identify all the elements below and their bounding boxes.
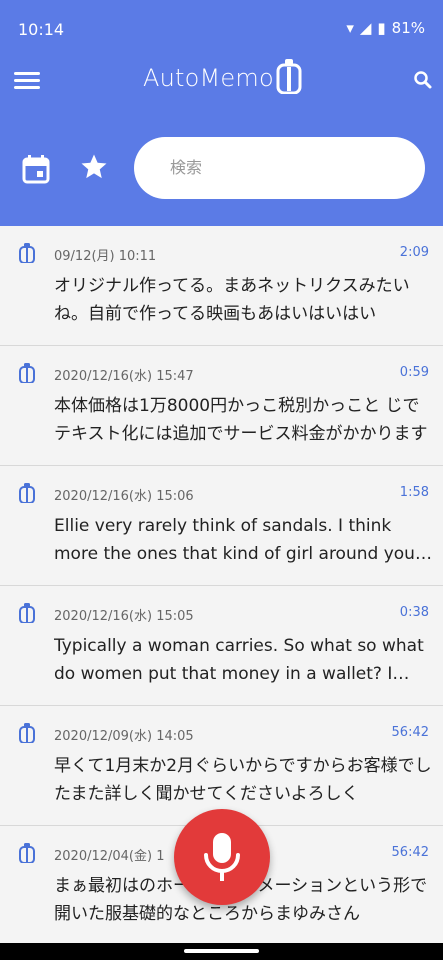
status-bar: 10:14 ▾ ◢ ▮ 81% <box>0 0 443 56</box>
memo-device-icon <box>19 723 35 743</box>
memo-date: 2020/12/16(水) 15:05 <box>54 609 194 624</box>
memo-date: 2020/12/16(水) 15:47 <box>54 369 194 384</box>
search-input[interactable] <box>168 157 402 178</box>
memo-item[interactable]: 2020/12/16(水) 15:06 1:58 Ellie very rare… <box>0 466 443 586</box>
memo-item[interactable]: 2020/12/16(水) 15:47 0:59 本体価格は1万8000円かっこ… <box>0 346 443 466</box>
menu-icon-line <box>14 86 40 89</box>
record-button[interactable] <box>174 809 270 905</box>
memo-text: 早くて1月末か2月ぐらいからですからお客様でしたまた詳しく聞かせてくださいよろし… <box>54 756 432 804</box>
memo-duration: 56:42 <box>391 725 429 740</box>
memo-device-icon <box>19 603 35 623</box>
memo-device-icon <box>19 363 35 383</box>
wifi-icon: ▾ <box>346 19 354 37</box>
calendar-icon[interactable] <box>22 154 50 184</box>
memo-date: 09/12(月) 10:11 <box>54 249 157 264</box>
memo-date: 2020/12/04(金) 1 <box>54 849 165 864</box>
home-handle[interactable] <box>184 949 259 953</box>
star-icon[interactable] <box>79 152 109 182</box>
memo-text: オリジナル作ってる。まあネットリクスみたいね。自前で作ってる映画もあはいはいはい <box>54 276 410 324</box>
system-nav-bar <box>0 943 443 960</box>
memo-duration: 0:59 <box>399 365 429 380</box>
memo-device-icon <box>19 243 35 263</box>
memo-device-icon <box>19 843 35 863</box>
search-icon[interactable] <box>413 70 433 90</box>
battery-icon: ▮ <box>377 19 386 37</box>
memo-item[interactable]: 2020/12/16(水) 15:05 0:38 Typically a wom… <box>0 586 443 706</box>
memo-device-icon <box>19 483 35 503</box>
microphone-icon <box>204 833 240 881</box>
memo-date: 2020/12/16(水) 15:06 <box>54 489 194 504</box>
memo-duration: 2:09 <box>399 245 429 260</box>
memo-text: Ellie very rarely think of sandals. I th… <box>54 516 422 564</box>
memo-text: 本体価格は1万8000円かっこ税別かっこと じでテキスト化には追加でサービス料金… <box>54 396 428 444</box>
app-bar: AutoMemo <box>0 56 443 226</box>
menu-icon-line <box>14 72 40 75</box>
app-title: AutoMemo <box>143 64 274 92</box>
memo-text: Typically a woman carries. So what so wh… <box>54 636 424 684</box>
menu-icon-line <box>14 79 40 82</box>
memo-duration: 56:42 <box>391 845 429 860</box>
battery-percent: 81% <box>391 19 425 37</box>
memo-item[interactable]: 2020/12/09(水) 14:05 56:42 早くて1月末か2月ぐらいから… <box>0 706 443 826</box>
memo-duration: 1:58 <box>399 485 429 500</box>
signal-icon: ◢ <box>359 19 372 37</box>
memo-item[interactable]: 09/12(月) 10:11 2:09 オリジナル作ってる。まあネットリクスみた… <box>0 226 443 346</box>
search-field[interactable] <box>134 137 425 199</box>
status-time: 10:14 <box>18 20 65 39</box>
memo-duration: 0:38 <box>399 605 429 620</box>
status-icons: ▾ ◢ ▮ 81% <box>346 19 425 37</box>
automemo-logo-icon <box>276 59 302 94</box>
menu-button[interactable] <box>14 68 40 90</box>
memo-date: 2020/12/09(水) 14:05 <box>54 729 194 744</box>
